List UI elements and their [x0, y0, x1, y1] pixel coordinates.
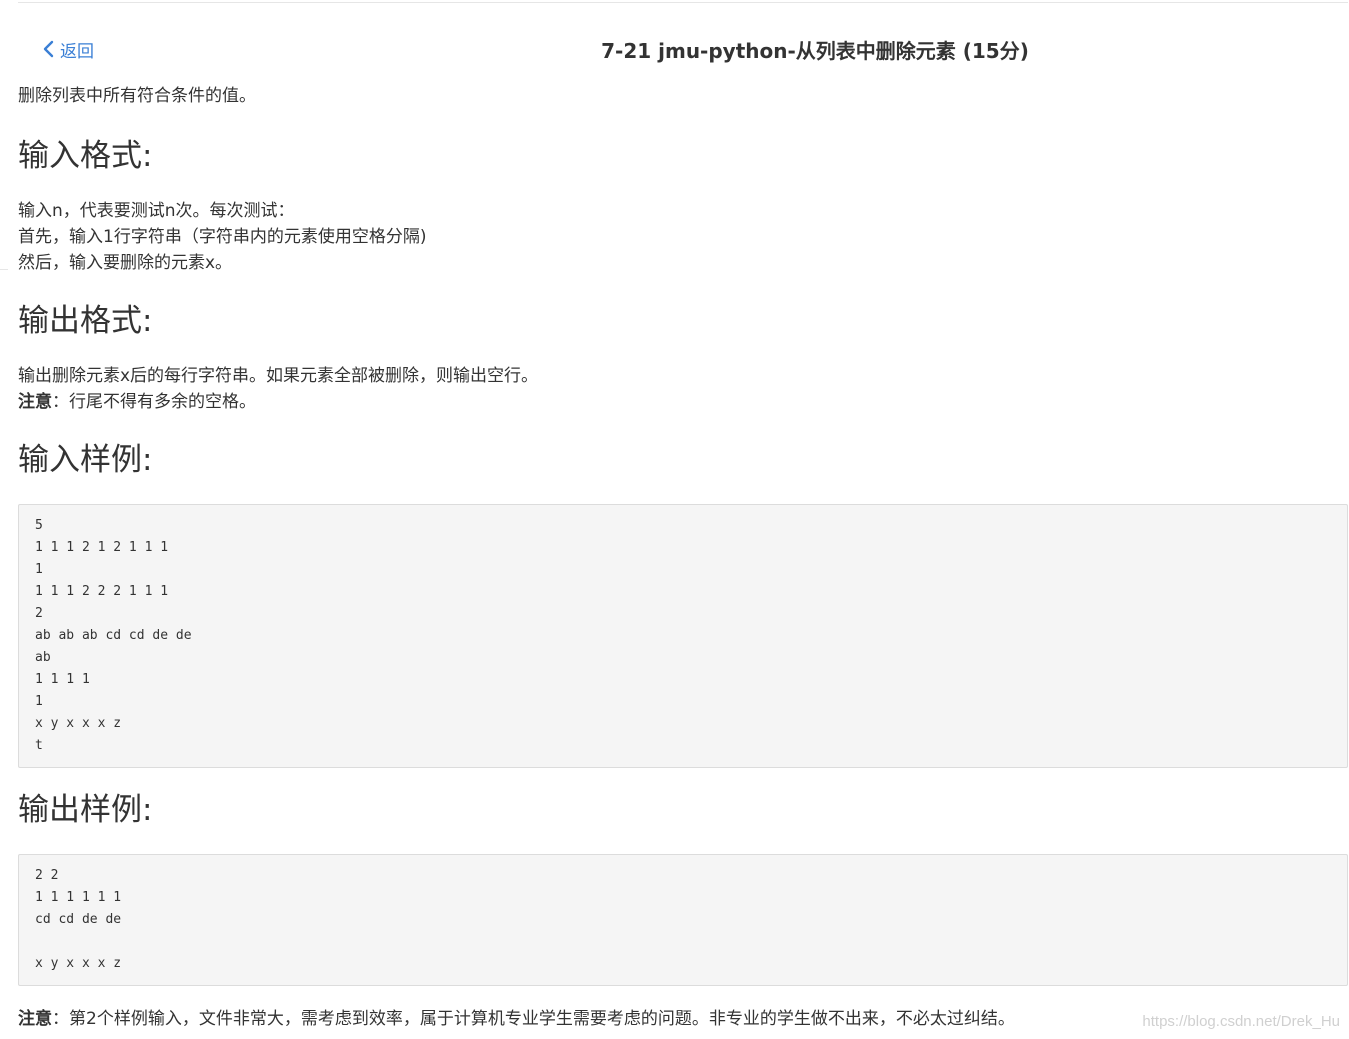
sample-output-code: 2 2 1 1 1 1 1 1 cd cd de de x y x x x z [18, 854, 1348, 986]
problem-content: 删除列表中所有符合条件的值。 输入格式: 输入n，代表要测试n次。每次测试： 首… [18, 83, 1348, 1032]
note-text: ：行尾不得有多余的空格。 [52, 392, 256, 412]
top-divider [18, 2, 1348, 3]
problem-description: 删除列表中所有符合条件的值。 [18, 86, 256, 106]
input-format-line: 然后，输入要删除的元素x。 [18, 253, 233, 273]
back-button[interactable]: 返回 [42, 36, 94, 62]
footer-note-text: ：第2个样例输入，文件非常大，需考虑到效率，属于计算机专业学生需要考虑的问题。非… [52, 1009, 1015, 1029]
sample-input-code: 5 1 1 1 2 1 2 1 1 1 1 1 1 1 2 2 2 1 1 1 … [18, 504, 1348, 768]
problem-header: 返回 7-21 jmu-python-从列表中删除元素 (15分) [0, 30, 1349, 68]
side-divider [0, 269, 8, 270]
footer-note-label: 注意 [18, 1009, 52, 1029]
watermark: https://blog.csdn.net/Drek_Hu [1142, 1013, 1340, 1030]
output-format-note: 注意：行尾不得有多余的空格。 [18, 389, 1348, 415]
output-format-line: 输出删除元素x后的每行字符串。如果元素全部被删除，则输出空行。 [18, 366, 539, 386]
back-label: 返回 [60, 41, 94, 62]
sample-output-heading: 输出样例: [18, 792, 153, 828]
input-format-line: 首先，输入1行字符串（字符串内的元素使用空格分隔) [18, 227, 427, 247]
chevron-left-icon [42, 40, 60, 58]
input-format-heading: 输入格式: [18, 138, 153, 174]
output-format-body: 输出删除元素x后的每行字符串。如果元素全部被删除，则输出空行。 注意：行尾不得有… [18, 363, 1348, 415]
output-format-heading: 输出格式: [18, 303, 153, 339]
page-title: 7-21 jmu-python-从列表中删除元素 (15分) [601, 39, 1029, 63]
input-format-body: 输入n，代表要测试n次。每次测试： 首先，输入1行字符串（字符串内的元素使用空格… [18, 198, 1348, 276]
input-format-line: 输入n，代表要测试n次。每次测试： [18, 201, 295, 221]
note-label: 注意 [18, 392, 52, 412]
sample-input-heading: 输入样例: [18, 442, 153, 478]
